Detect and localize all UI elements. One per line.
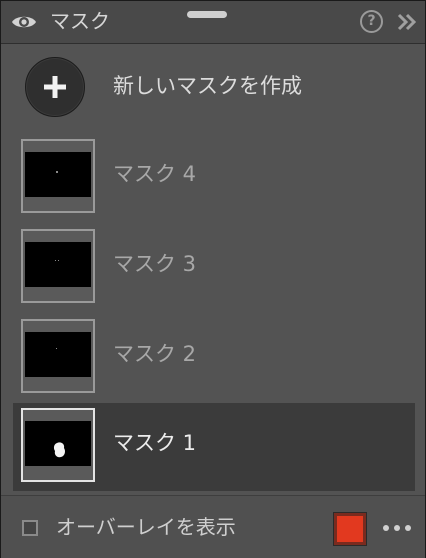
mask-list-item-2[interactable]: マスク 2 [13,314,415,402]
more-horizontal-icon[interactable] [383,525,413,533]
panel-header: マスク ? [1,1,425,44]
drag-handle[interactable] [187,11,227,18]
mask-label: マスク 1 [113,431,197,455]
mask-shape [53,442,65,458]
plus-icon [44,76,66,98]
mask-list-item-1[interactable]: マスク 1 [13,403,415,491]
create-new-mask-label: 新しいマスクを作成 [113,74,302,98]
show-overlay-label[interactable]: オーバーレイを表示 [56,513,236,541]
mask-list-item-3[interactable]: マスク 3 [13,224,415,312]
eye-icon[interactable] [11,12,37,32]
show-overlay-checkbox[interactable] [22,520,38,536]
overlay-color-swatch[interactable] [333,512,367,546]
double-chevron-right-icon[interactable] [397,13,417,31]
mask-thumbnail[interactable] [21,139,95,213]
mask-label: マスク 4 [113,162,197,186]
mask-thumbnail[interactable] [21,319,95,393]
mask-list-item-4[interactable]: マスク 4 [13,134,415,222]
help-icon[interactable]: ? [360,10,383,33]
mask-thumbnail[interactable] [21,229,95,303]
mask-label: マスク 2 [113,342,197,366]
mask-label: マスク 3 [113,252,197,276]
panel-footer: オーバーレイを表示 [1,495,425,558]
create-new-mask-button[interactable]: 新しいマスクを作成 [1,51,425,125]
mask-thumbnail[interactable] [21,408,95,482]
masking-panel: マスク ? 新しいマスクを作成 マスク 4 マスク 3 マスク 2 マスク 1 … [0,0,426,558]
panel-title: マスク [50,9,110,33]
add-mask-circle[interactable] [25,57,85,117]
